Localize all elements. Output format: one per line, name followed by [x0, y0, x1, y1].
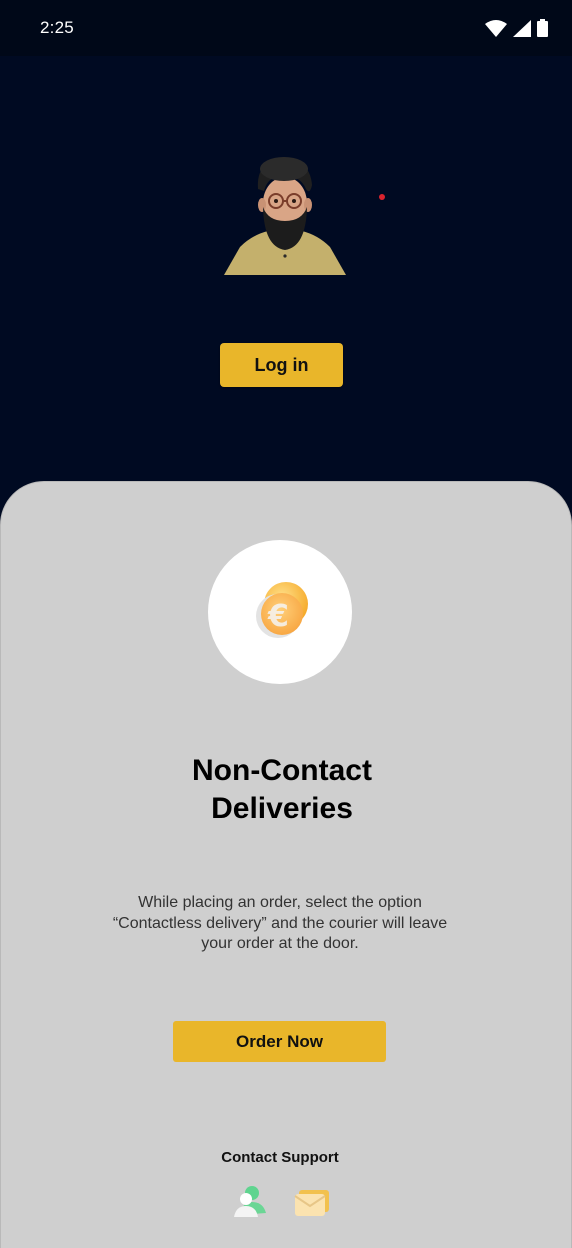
feature-description-line-2: “Contactless delivery” and the courier w…	[112, 914, 448, 932]
feature-description-line-1: While placing an order, select the optio…	[138, 894, 422, 911]
feature-description: While placing an order, select the optio…	[90, 893, 470, 955]
user-avatar	[222, 155, 348, 277]
app-screen: 2:25 Log in € Non-Contact Deliveries Whi…	[0, 0, 572, 1248]
red-dot-indicator	[379, 194, 385, 200]
feature-title-line-2: Deliveries	[211, 792, 353, 825]
feature-description-line-3: your order at the door.	[201, 935, 359, 952]
feature-icon-circle: €	[208, 540, 352, 684]
contact-support-label: Contact Support	[221, 1149, 339, 1166]
status-bar: 2:25	[0, 0, 572, 56]
wifi-icon	[485, 19, 507, 37]
svg-text:€: €	[267, 599, 289, 634]
login-button[interactable]: Log in	[220, 343, 343, 387]
mail-icon[interactable]	[293, 1188, 331, 1218]
feature-title-line-1: Non-Contact	[192, 754, 372, 787]
status-icons	[485, 18, 548, 38]
cellular-signal-icon	[513, 19, 531, 37]
person-support-icon[interactable]	[232, 1185, 268, 1219]
euro-coin-icon: €	[256, 582, 308, 638]
order-now-button[interactable]: Order Now	[173, 1021, 386, 1062]
battery-icon	[537, 19, 548, 37]
status-time: 2:25	[40, 18, 74, 37]
feature-title: Non-Contact Deliveries	[130, 752, 434, 828]
